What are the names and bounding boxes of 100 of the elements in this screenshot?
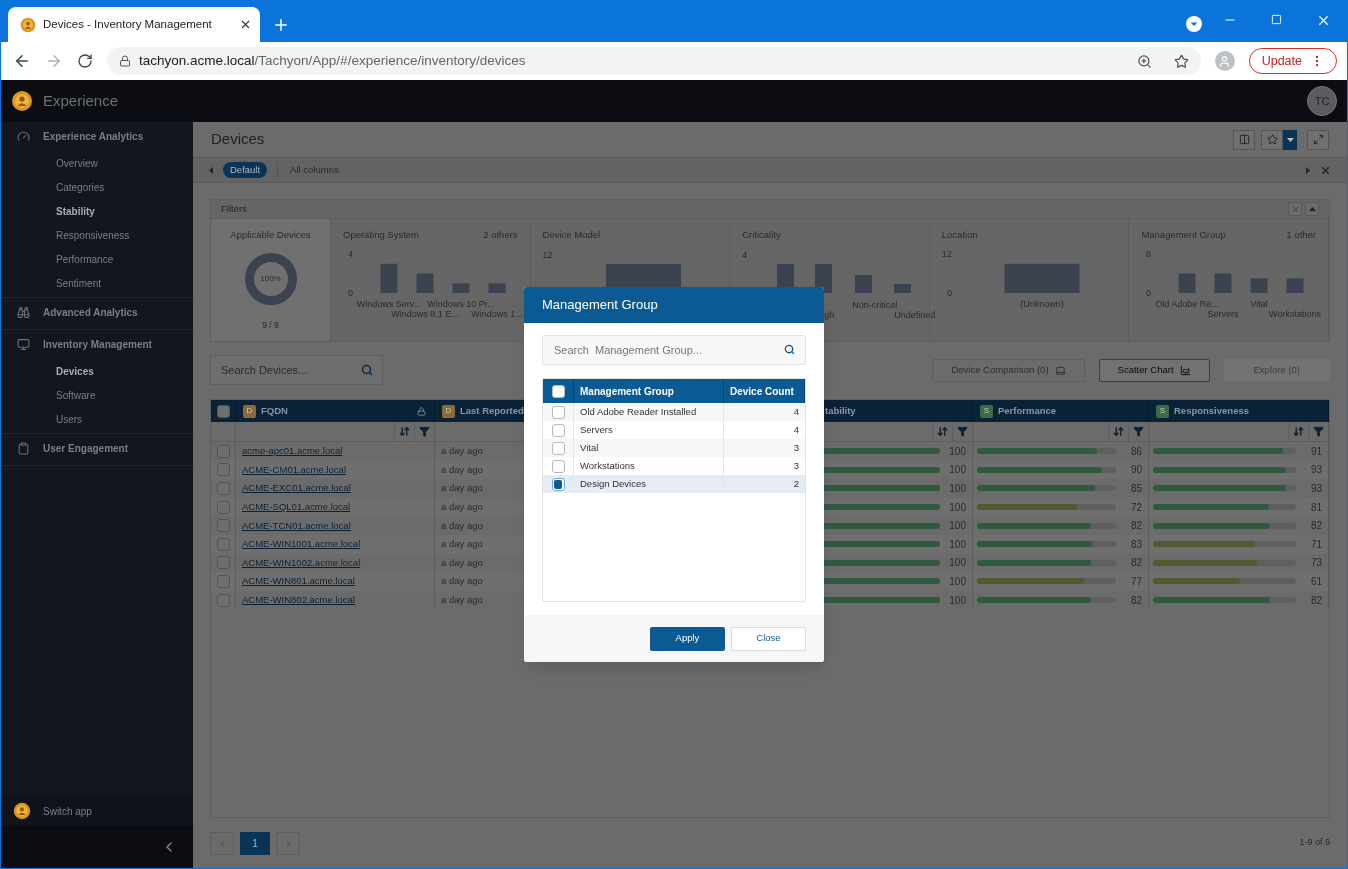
maximize-icon[interactable] xyxy=(1271,14,1282,25)
filter-icon[interactable] xyxy=(957,426,968,437)
profile-menu-icon[interactable] xyxy=(1186,16,1202,32)
reload-icon[interactable] xyxy=(77,53,93,69)
forward-icon[interactable] xyxy=(45,52,63,70)
search-field[interactable]: Search Devices... xyxy=(210,355,383,385)
close-button[interactable]: Close xyxy=(731,626,806,651)
close-window-icon[interactable] xyxy=(1316,13,1331,28)
apply-button[interactable]: Apply xyxy=(650,626,725,651)
chart-bar[interactable] xyxy=(1214,273,1232,294)
sort-icon[interactable] xyxy=(1293,426,1304,437)
sidebar-item[interactable]: Software xyxy=(1,383,193,407)
action-button[interactable]: Scatter Chart xyxy=(1098,358,1210,382)
chart-bar[interactable] xyxy=(1004,264,1080,294)
chart-bar[interactable] xyxy=(488,283,506,294)
sidebar-item[interactable]: Responsiveness xyxy=(1,223,193,247)
sidebar-section[interactable]: Experience Analytics xyxy=(1,122,193,151)
gauge-icon xyxy=(17,130,30,143)
row-checkbox[interactable] xyxy=(551,477,565,491)
device-link[interactable]: ACME-EXC01.acme.local xyxy=(242,481,351,496)
select-all-checkbox[interactable] xyxy=(216,404,230,418)
chart-bar[interactable] xyxy=(380,264,398,294)
row-checkbox[interactable] xyxy=(551,459,565,473)
device-link[interactable]: acme-apc01.acme.local xyxy=(242,444,343,459)
table-cell: a day ago xyxy=(441,462,483,477)
sort-icon[interactable] xyxy=(399,426,410,437)
page-button[interactable]: 1 xyxy=(240,831,270,855)
scroll-right-icon[interactable] xyxy=(1306,166,1310,174)
row-checkbox[interactable] xyxy=(551,441,565,455)
row-checkbox[interactable] xyxy=(216,537,230,551)
score-value: 100 xyxy=(948,500,966,515)
chart-bar[interactable] xyxy=(416,273,434,294)
sort-icon[interactable] xyxy=(1113,426,1124,437)
close-tab-icon[interactable] xyxy=(239,18,252,31)
row-checkbox[interactable] xyxy=(551,423,565,437)
search-icon[interactable] xyxy=(361,364,373,376)
user-avatar[interactable]: TC xyxy=(1307,86,1337,116)
zoom-icon[interactable] xyxy=(1136,53,1152,69)
row-checkbox[interactable] xyxy=(216,444,230,458)
device-link[interactable]: ACME-WIN802.acme.local xyxy=(242,592,355,608)
column-header[interactable]: tability xyxy=(825,403,972,419)
sidebar-item[interactable]: Devices xyxy=(1,359,193,383)
address-field[interactable]: tachyon.acme.local/Tachyon/App/#/experience/inventory/devices xyxy=(107,47,1201,75)
device-link[interactable]: ACME-TCN01.acme.local xyxy=(242,518,351,533)
scroll-left-icon[interactable] xyxy=(209,166,213,174)
row-checkbox[interactable] xyxy=(216,500,230,514)
score-value: 71 xyxy=(1309,537,1322,552)
chart-bar[interactable] xyxy=(1178,273,1196,294)
bookmark-star-icon[interactable] xyxy=(1173,53,1189,69)
columns-icon[interactable] xyxy=(1238,134,1250,145)
sidebar-item[interactable]: Performance xyxy=(1,247,193,271)
view-tab[interactable]: Default xyxy=(223,162,268,178)
row-checkbox[interactable] xyxy=(216,463,230,477)
back-icon[interactable] xyxy=(13,52,31,70)
browser-tab[interactable]: Devices - Inventory Management xyxy=(8,7,260,42)
device-count: 4 xyxy=(793,422,799,437)
laptop-icon xyxy=(1054,364,1066,376)
switch-app-link[interactable]: Switch app xyxy=(43,803,92,819)
device-link[interactable]: ACME-WIN1002.acme.local xyxy=(242,555,361,570)
sidebar-section[interactable]: Advanced Analytics xyxy=(1,298,193,327)
search-icon[interactable] xyxy=(784,344,795,355)
section-label: User Engagement xyxy=(43,442,129,456)
sort-icon[interactable] xyxy=(937,426,948,437)
select-all-checkbox[interactable] xyxy=(551,384,565,398)
row-checkbox[interactable] xyxy=(216,519,230,533)
sidebar-item[interactable]: Users xyxy=(1,407,193,431)
score-value: 86 xyxy=(1129,444,1142,459)
profile-avatar-icon[interactable] xyxy=(1218,54,1232,68)
sidebar-item[interactable]: Categories xyxy=(1,175,193,199)
column-header[interactable]: Performance xyxy=(998,403,1140,419)
chart-bar[interactable] xyxy=(1250,278,1268,294)
filter-icon[interactable] xyxy=(1313,426,1324,437)
device-link[interactable]: ACME-WIN1001.acme.local xyxy=(242,537,361,552)
row-checkbox[interactable] xyxy=(216,556,230,570)
row-checkbox[interactable] xyxy=(216,593,230,607)
device-link[interactable]: ACME-SQL01.acme.local xyxy=(242,499,351,515)
row-checkbox[interactable] xyxy=(216,482,230,495)
column-header[interactable]: Responsiveness xyxy=(1174,403,1320,419)
device-link[interactable]: ACME-CM01.acme.local xyxy=(242,462,346,477)
filter-icon[interactable] xyxy=(1133,426,1144,437)
sidebar-item[interactable]: Sentiment xyxy=(1,271,193,295)
column-header[interactable]: FQDN xyxy=(261,403,412,419)
collapse-caret-icon[interactable] xyxy=(1308,207,1316,211)
sidebar-item[interactable]: Overview xyxy=(1,151,193,175)
dropdown-caret-icon[interactable] xyxy=(1286,137,1294,142)
sidebar-item[interactable]: Stability xyxy=(1,199,193,223)
new-tab-icon[interactable] xyxy=(272,16,290,34)
row-checkbox[interactable] xyxy=(551,405,565,419)
device-link[interactable]: ACME-WIN801.acme.local xyxy=(242,574,355,589)
score-value: 82 xyxy=(1129,519,1142,534)
chart-bar[interactable] xyxy=(452,283,470,294)
expand-icon[interactable] xyxy=(1312,134,1324,145)
chart-bar[interactable] xyxy=(1286,278,1304,294)
clear-filters-icon[interactable] xyxy=(1290,204,1300,214)
close-icon[interactable] xyxy=(1320,164,1331,176)
filter-icon[interactable] xyxy=(419,426,430,437)
star-icon[interactable] xyxy=(1266,134,1278,145)
row-checkbox[interactable] xyxy=(216,574,230,588)
sidebar-section[interactable]: Inventory Management xyxy=(1,330,193,359)
sidebar-section[interactable]: User Engagement xyxy=(1,434,193,463)
